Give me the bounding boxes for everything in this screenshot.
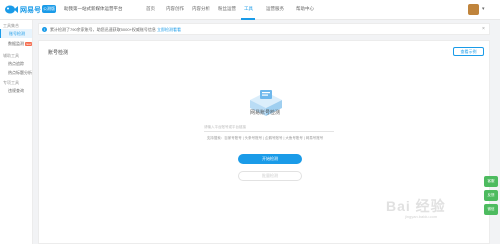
floating-toolbar: 客服 反馈 微信 — [484, 176, 498, 228]
nav-services[interactable]: 运营服务 — [266, 6, 284, 12]
info-icon: ! — [42, 27, 47, 32]
page-title: 账号检测 — [48, 50, 69, 56]
sidebar-item-account-check[interactable]: 账号检测 — [0, 29, 32, 38]
sidebar-item-data-monitor[interactable]: 数据监测 new — [0, 39, 32, 48]
brand-name[interactable]: 网易号 — [20, 5, 41, 15]
sidebar: 工具集合 账号检测 数据监测 new 辅助工具 热点追踪 热点标题分析 专项工具 … — [0, 20, 33, 244]
sidebar-item-hot-tracking[interactable]: 热点追踪 — [0, 59, 32, 68]
supported-platforms-hint: 支持搜索：百家号账号 | 头条号账号 | 企鹅号账号 | 大鱼号账号 | 网易号… — [206, 136, 324, 140]
sidebar-item-label: 违规查询 — [8, 88, 24, 93]
start-check-button[interactable]: 开始检测 — [238, 154, 302, 164]
nav-fans[interactable]: 粉丝运营 — [218, 6, 236, 12]
feedback-button[interactable]: 反馈 — [484, 190, 498, 201]
nav-help[interactable]: 帮助中心 — [296, 6, 314, 12]
sidebar-item-label: 账号检测 — [9, 31, 25, 36]
notice-text: 累计检测了790余家账号，助您迅速获取5000+权威账号信息 立即检测看看 — [50, 27, 181, 33]
watermark: Bai 经验 — [386, 198, 446, 214]
sidebar-item-label: 热点追踪 — [8, 61, 24, 66]
notice-bar: ! 累计检测了790余家账号，助您迅速获取5000+权威账号信息 立即检测看看 … — [38, 23, 490, 35]
batch-check-button[interactable]: 批量检测 — [238, 171, 302, 181]
nav-content-analysis[interactable]: 内容分析 — [192, 6, 210, 12]
account-check-illustration-icon — [250, 90, 282, 116]
check-heading: 网易账号检测 — [249, 110, 280, 116]
sidebar-item-label: 数据监测 — [8, 41, 24, 46]
beta-badge: 公测版 — [42, 5, 56, 13]
notice-message: 累计检测了790余家账号，助您迅速获取5000+权威账号信息 — [50, 27, 158, 32]
top-navigation-bar: 网易号 公测版 助我第一站式新媒体运营平台 首页 内容创作 内容分析 粉丝运营 … — [0, 0, 500, 20]
watermark-url: jingyan.baidu.com — [405, 214, 438, 219]
nav-tools[interactable]: 工具 — [244, 6, 253, 12]
view-demo-button[interactable]: 查看示例 — [453, 47, 484, 56]
customer-service-button[interactable]: 客服 — [484, 176, 498, 187]
wechat-button[interactable]: 微信 — [484, 204, 498, 215]
avatar[interactable] — [468, 4, 479, 15]
chevron-down-icon[interactable]: ▾ — [482, 6, 485, 12]
sidebar-item-title-analysis[interactable]: 热点标题分析 — [0, 68, 32, 77]
account-search-input[interactable] — [204, 123, 334, 132]
fish-logo-icon[interactable] — [4, 4, 18, 15]
new-badge: new — [25, 41, 32, 46]
sidebar-item-label: 热点标题分析 — [8, 70, 32, 75]
active-nav-indicator — [241, 18, 255, 20]
notice-link[interactable]: 立即检测看看 — [157, 27, 181, 32]
nav-content-create[interactable]: 内容创作 — [166, 6, 184, 12]
slogan: 助我第一站式新媒体运营平台 — [64, 6, 123, 11]
sidebar-item-violation-query[interactable]: 违规查询 — [0, 86, 32, 95]
nav-home[interactable]: 首页 — [146, 6, 155, 12]
close-icon[interactable]: × — [482, 26, 485, 32]
